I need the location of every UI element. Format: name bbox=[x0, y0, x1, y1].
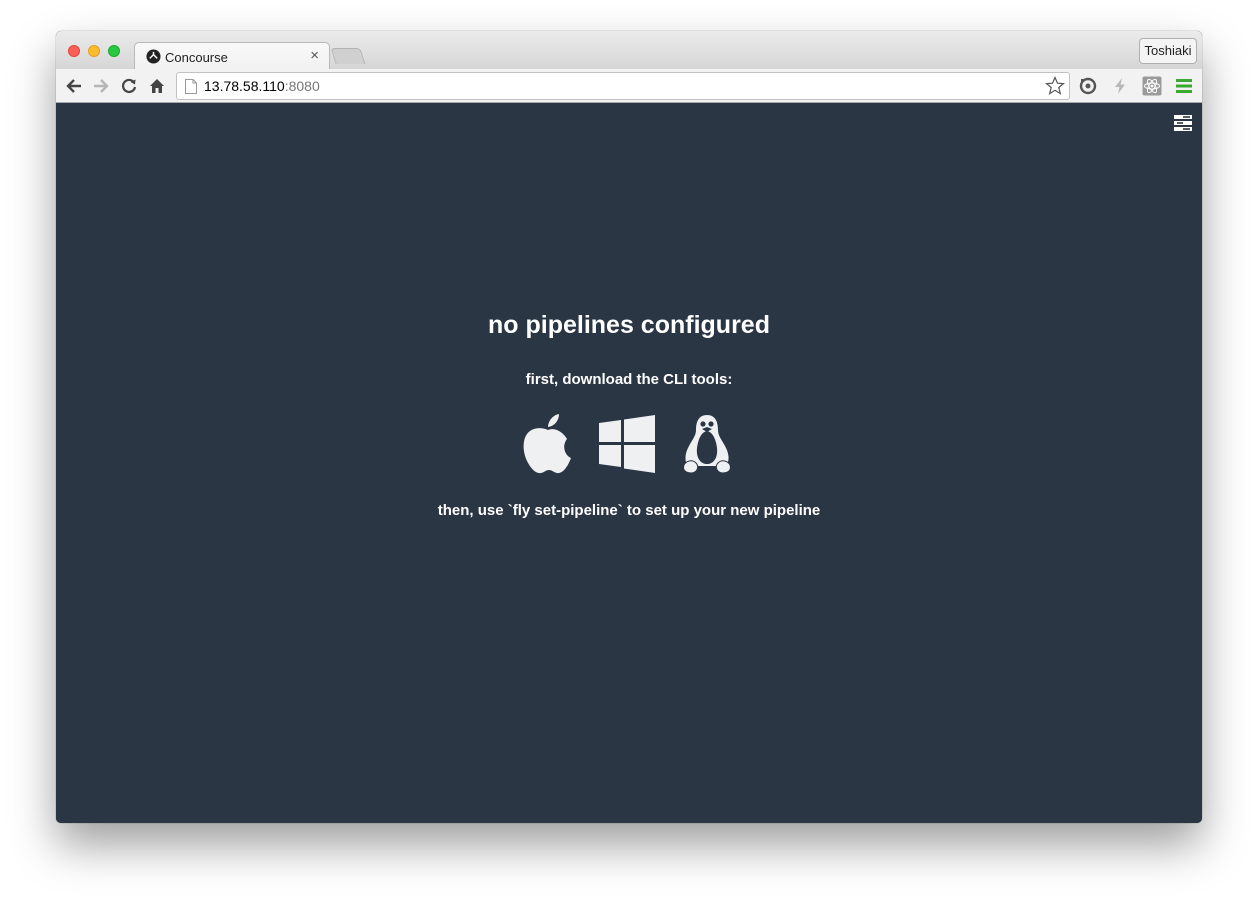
url-host: 13.78.58.110 bbox=[204, 78, 285, 94]
title-bar: Concourse × Toshiaki bbox=[56, 31, 1202, 70]
address-bar[interactable]: 13.78.58.110:8080 bbox=[176, 72, 1070, 100]
sidebar-toggle-icon[interactable] bbox=[1174, 115, 1192, 131]
sync-extension-icon[interactable] bbox=[1078, 76, 1098, 96]
close-window-button[interactable] bbox=[68, 45, 80, 57]
apple-icon bbox=[523, 414, 571, 474]
lightning-extension-icon[interactable] bbox=[1110, 76, 1130, 96]
linux-tux-icon bbox=[683, 415, 731, 474]
page-title: no pipelines configured bbox=[488, 311, 770, 339]
concourse-icon bbox=[146, 49, 161, 64]
windows-icon bbox=[599, 415, 655, 473]
tab-title: Concourse bbox=[165, 50, 228, 65]
bookmark-star-icon[interactable] bbox=[1045, 76, 1065, 96]
menu-icon[interactable] bbox=[1174, 76, 1194, 96]
browser-tab[interactable]: Concourse × bbox=[134, 42, 330, 70]
react-extension-icon[interactable] bbox=[1142, 76, 1162, 96]
zoom-window-button[interactable] bbox=[108, 45, 120, 57]
url-port: :8080 bbox=[284, 78, 320, 94]
download-mac-link[interactable] bbox=[522, 413, 574, 480]
forward-arrow-icon[interactable] bbox=[92, 77, 110, 95]
new-tab-button[interactable] bbox=[330, 48, 366, 64]
page-icon bbox=[185, 79, 197, 94]
back-arrow-icon[interactable] bbox=[65, 77, 83, 95]
reload-icon[interactable] bbox=[120, 77, 138, 95]
cli-prompt: first, download the CLI tools: bbox=[525, 371, 733, 388]
fly-instruction: then, use `fly set-pipeline` to set up y… bbox=[437, 502, 821, 519]
home-icon[interactable] bbox=[148, 77, 166, 95]
browser-toolbar: 13.78.58.110:8080 bbox=[56, 69, 1202, 103]
url-text: 13.78.58.110:8080 bbox=[204, 78, 320, 94]
cli-download-links bbox=[522, 413, 736, 475]
download-windows-link[interactable] bbox=[598, 413, 656, 480]
page-content: no pipelines configured first, download … bbox=[56, 103, 1202, 823]
tab-close-icon[interactable]: × bbox=[310, 47, 319, 64]
minimize-window-button[interactable] bbox=[88, 45, 100, 57]
profile-button[interactable]: Toshiaki bbox=[1139, 38, 1197, 64]
download-linux-link[interactable] bbox=[680, 413, 734, 480]
browser-window: Concourse × Toshiaki 13.78.58.110:8080 n… bbox=[56, 31, 1202, 823]
